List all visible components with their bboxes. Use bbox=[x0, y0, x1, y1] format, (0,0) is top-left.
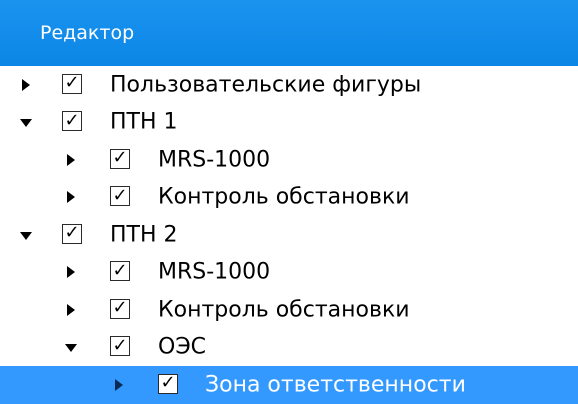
expand-arrow-icon[interactable] bbox=[67, 303, 75, 316]
tree-item-responsibility-zone[interactable]: ✓ Зона ответственности bbox=[0, 366, 578, 404]
expand-arrow-icon[interactable] bbox=[115, 378, 123, 391]
tree-item-ptn2[interactable]: ✓ ПТН 2 bbox=[0, 216, 578, 254]
tree-item-ptn1[interactable]: ✓ ПТН 1 bbox=[0, 104, 578, 142]
tree-item-ptn1-mrs1000[interactable]: ✓ MRS-1000 bbox=[0, 141, 578, 179]
expand-arrow-icon[interactable] bbox=[67, 153, 75, 166]
checkbox[interactable]: ✓ bbox=[110, 261, 130, 282]
checkbox[interactable]: ✓ bbox=[110, 186, 130, 207]
checkbox[interactable]: ✓ bbox=[110, 298, 130, 319]
tree-item-oes[interactable]: ✓ ОЭС bbox=[0, 329, 578, 367]
checkbox[interactable]: ✓ bbox=[110, 336, 130, 357]
tree-item-ptn2-mrs1000[interactable]: ✓ MRS-1000 bbox=[0, 254, 578, 292]
expand-arrow-icon[interactable] bbox=[22, 78, 30, 91]
expand-arrow-icon[interactable] bbox=[67, 266, 75, 279]
tree-item-label: ПТН 1 bbox=[110, 109, 178, 135]
checkbox[interactable]: ✓ bbox=[62, 73, 82, 94]
tree-item-label: Контроль обстановки bbox=[158, 297, 410, 323]
layer-tree: ✓ Пользовательские фигуры ✓ ПТН 1 ✓ MRS-… bbox=[0, 66, 578, 404]
tree-item-ptn2-situation-control[interactable]: ✓ Контроль обстановки bbox=[0, 291, 578, 329]
tree-item-label: ПТН 2 bbox=[110, 222, 178, 248]
panel-title: Редактор bbox=[40, 22, 135, 44]
checkbox[interactable]: ✓ bbox=[110, 148, 130, 169]
collapse-arrow-icon[interactable] bbox=[65, 344, 77, 353]
panel-header: Редактор bbox=[0, 0, 578, 66]
tree-item-label: MRS-1000 bbox=[158, 147, 271, 173]
tree-item-ptn1-situation-control[interactable]: ✓ Контроль обстановки bbox=[0, 179, 578, 217]
tree-item-label: Зона ответственности bbox=[205, 372, 466, 398]
collapse-arrow-icon[interactable] bbox=[20, 231, 32, 240]
checkbox[interactable]: ✓ bbox=[62, 111, 82, 132]
tree-item-label: MRS-1000 bbox=[158, 259, 271, 285]
checkbox[interactable]: ✓ bbox=[62, 223, 82, 244]
tree-item-custom-shapes[interactable]: ✓ Пользовательские фигуры bbox=[0, 66, 578, 104]
expand-arrow-icon[interactable] bbox=[67, 191, 75, 204]
tree-item-label: Контроль обстановки bbox=[158, 184, 410, 210]
tree-item-label: ОЭС bbox=[158, 334, 207, 360]
tree-item-label: Пользовательские фигуры bbox=[110, 72, 422, 98]
collapse-arrow-icon[interactable] bbox=[20, 119, 32, 128]
